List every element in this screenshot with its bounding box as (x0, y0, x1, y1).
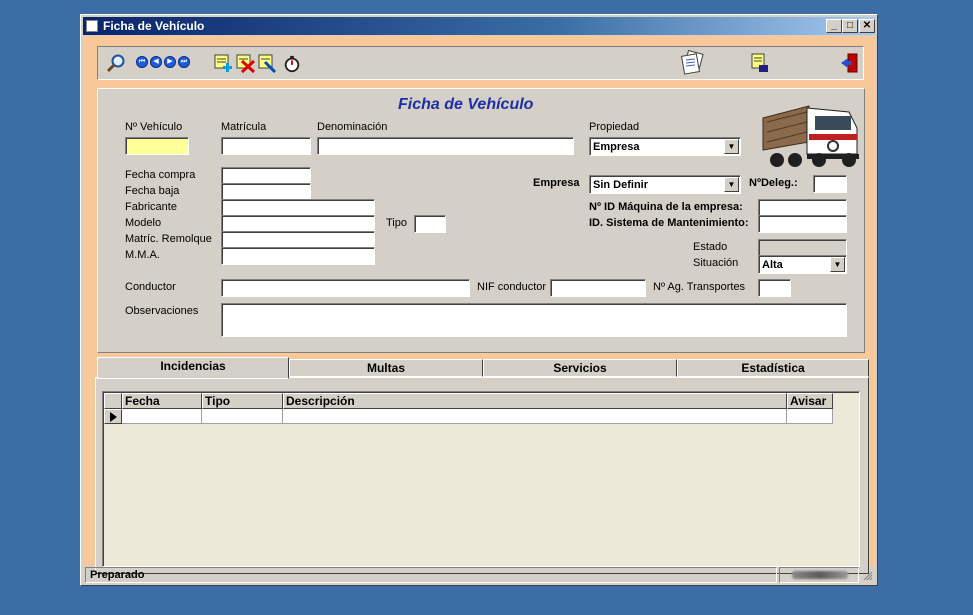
nif-conductor-input[interactable] (550, 279, 646, 297)
situacion-value: Alta (762, 259, 783, 271)
search-icon[interactable] (106, 53, 126, 73)
tab-servicios[interactable]: Servicios (483, 359, 677, 377)
resize-grip-icon[interactable] (861, 569, 873, 581)
exit-door-icon[interactable] (840, 53, 860, 73)
tab-multas[interactable]: Multas (289, 359, 483, 377)
report-icon[interactable] (680, 50, 706, 76)
tab-content: Fecha Tipo Descripción Avisar (95, 377, 869, 574)
window-title: Ficha de Vehículo (103, 19, 205, 33)
num-deleg-input[interactable] (813, 175, 847, 193)
client-area: ⏮ ◀ ▶ ⏭ Ficha de Vehículo Nº Vehículo Ma… (83, 36, 875, 574)
mma-label: M.M.A. (125, 249, 160, 261)
num-vehiculo-input[interactable] (125, 137, 189, 155)
timer-icon[interactable] (283, 55, 301, 73)
chevron-down-icon[interactable]: ▼ (724, 177, 739, 192)
last-record-icon[interactable]: ⏭ (178, 56, 190, 68)
delete-record-icon[interactable] (236, 53, 256, 73)
grid-cell-avisar[interactable] (787, 409, 833, 424)
column-header-descripcion[interactable]: Descripción (283, 393, 787, 409)
denominacion-input[interactable] (317, 137, 574, 155)
estado-label: Estado (693, 241, 728, 253)
edit-record-icon[interactable] (258, 53, 278, 73)
matric-remolque-label: Matríc. Remolque (125, 233, 212, 245)
num-vehiculo-label: Nº Vehículo (125, 121, 183, 133)
modelo-label: Modelo (125, 217, 162, 229)
conductor-input[interactable] (221, 279, 470, 297)
matricula-label: Matrícula (221, 121, 267, 133)
tab-estadistica[interactable]: Estadística (677, 359, 869, 377)
empresa-select[interactable]: Sin Definir ▼ (589, 175, 741, 194)
blurred-text (792, 571, 848, 579)
propiedad-value: Empresa (593, 141, 640, 153)
situacion-label: Situación (693, 257, 739, 269)
status-text: Preparado (85, 567, 777, 583)
mma-input[interactable] (221, 247, 375, 265)
grid-cell-fecha[interactable] (122, 409, 202, 424)
id-maquina-label: Nº ID Máquina de la empresa: (589, 201, 743, 213)
situacion-select[interactable]: Alta ▼ (758, 255, 847, 274)
minimize-button[interactable]: _ (826, 19, 842, 33)
title-bar[interactable]: Ficha de Vehículo _ □ ✕ (83, 17, 875, 35)
incidencias-grid[interactable]: Fecha Tipo Descripción Avisar (102, 391, 860, 567)
chevron-down-icon[interactable]: ▼ (830, 257, 845, 272)
row-pointer-icon (110, 412, 117, 422)
empresa-label: Empresa (533, 177, 580, 189)
row-selector[interactable] (104, 409, 122, 424)
vehicle-form-panel: Ficha de Vehículo Nº Vehículo Matrícula … (97, 88, 865, 353)
previous-record-icon[interactable]: ◀ (150, 56, 162, 68)
column-header-tipo[interactable]: Tipo (202, 393, 283, 409)
propiedad-select[interactable]: Empresa ▼ (589, 137, 741, 156)
fecha-compra-label: Fecha compra (125, 169, 196, 181)
export-icon[interactable] (750, 53, 770, 73)
propiedad-label: Propiedad (589, 121, 640, 133)
toolbar: ⏮ ◀ ▶ ⏭ (97, 46, 864, 80)
tipo-input[interactable] (414, 215, 446, 233)
row-selector-header (104, 393, 122, 409)
main-window: Ficha de Vehículo _ □ ✕ ⏮ ◀ ▶ ⏭ Ficha de… (80, 14, 878, 586)
matricula-input[interactable] (221, 137, 311, 155)
chevron-down-icon[interactable]: ▼ (724, 139, 739, 154)
tipo-label: Tipo (386, 217, 407, 229)
fecha-baja-label: Fecha baja (125, 185, 180, 197)
maximize-button[interactable]: □ (842, 19, 858, 33)
next-record-icon[interactable]: ▶ (164, 56, 176, 68)
ag-transportes-input[interactable] (758, 279, 791, 297)
status-panel-blurred (779, 567, 859, 583)
form-title: Ficha de Vehículo (398, 96, 534, 113)
column-header-fecha[interactable]: Fecha (122, 393, 202, 409)
close-button[interactable]: ✕ (859, 19, 875, 33)
observaciones-textarea[interactable] (221, 303, 847, 337)
denominacion-label: Denominación (317, 121, 388, 133)
truck-image (757, 98, 861, 172)
grid-cell-tipo[interactable] (202, 409, 283, 424)
tab-incidencias[interactable]: Incidencias (97, 357, 289, 379)
num-deleg-label: NºDeleg.: (749, 177, 798, 189)
ag-transportes-label: Nº Ag. Transportes (653, 281, 746, 293)
nif-conductor-label: NIF conductor (477, 281, 547, 293)
column-header-avisar[interactable]: Avisar (787, 393, 833, 409)
id-mantenimiento-input[interactable] (758, 215, 847, 233)
grid-cell-descripcion[interactable] (283, 409, 787, 424)
observaciones-label: Observaciones (125, 305, 199, 317)
app-icon[interactable] (86, 20, 98, 32)
id-mantenimiento-label: ID. Sistema de Mantenimiento: (589, 217, 749, 229)
empresa-value: Sin Definir (593, 179, 649, 191)
tab-strip: Incidencias Multas Servicios Estadística (95, 357, 869, 379)
conductor-label: Conductor (125, 281, 176, 293)
status-bar: Preparado (83, 567, 875, 584)
add-record-icon[interactable] (214, 53, 234, 73)
fabricante-label: Fabricante (125, 201, 177, 213)
first-record-icon[interactable]: ⏮ (136, 56, 148, 68)
